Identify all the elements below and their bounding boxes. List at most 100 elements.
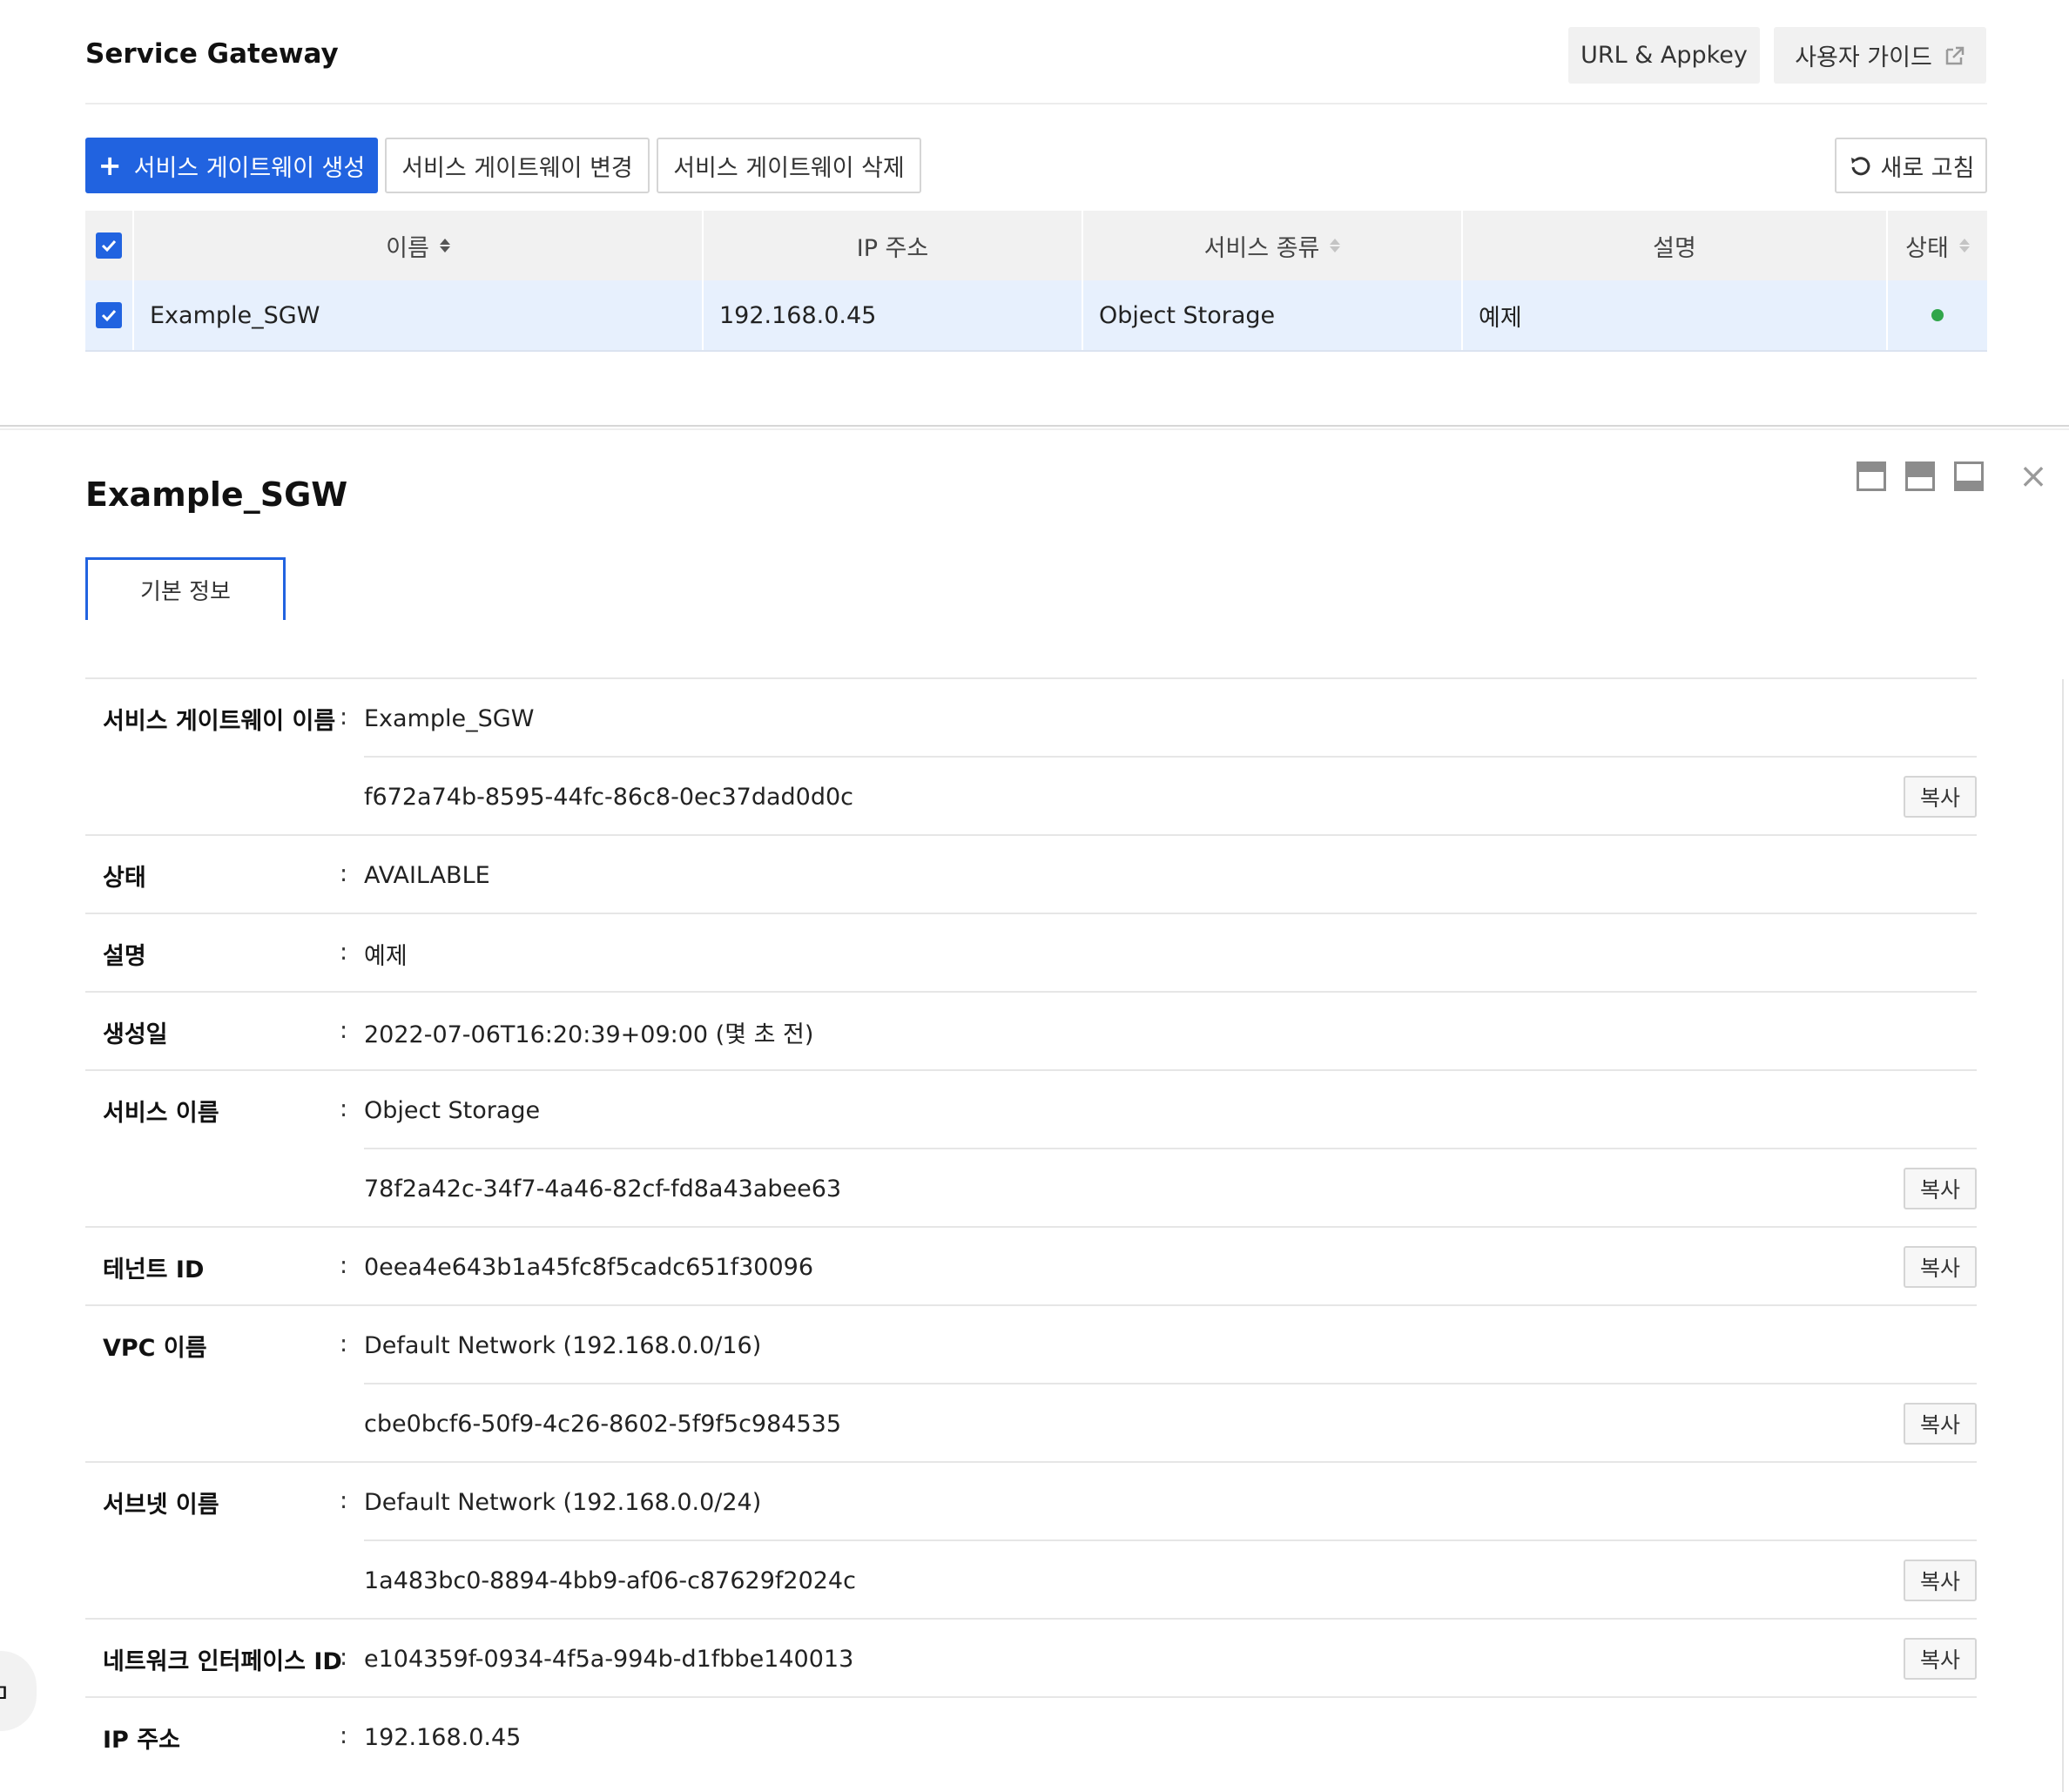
info-colon: : <box>340 1251 348 1279</box>
status-dot-icon <box>1931 309 1944 321</box>
info-label: 네트워크 인터페이스 ID <box>103 1647 342 1675</box>
layout-top-icon[interactable] <box>1857 461 1886 491</box>
column-header-label: 서비스 종류 <box>1203 234 1320 262</box>
info-value: e104359f-0934-4f5a-994b-d1fbbe140013 <box>364 1645 854 1673</box>
info-colon: : <box>340 1486 348 1514</box>
refresh-button[interactable]: 새로 고침 <box>1835 138 1987 193</box>
user-guide-button[interactable]: 사용자 가이드 <box>1774 27 1986 84</box>
info-value: 예제 <box>364 942 408 970</box>
info-row-service-id: 78f2a42c-34f7-4a46-82cf-fd8a43abee63 복사 <box>85 1149 1977 1228</box>
panel-layout-controls <box>1857 461 1984 491</box>
info-colon: : <box>340 1721 348 1749</box>
info-row-ip-address: IP 주소 : 192.168.0.45 <box>85 1698 1977 1776</box>
row-description: 예제 <box>1463 280 1888 350</box>
info-row-vpc-id: cbe0bcf6-50f9-4c26-8602-5f9f5c984535 복사 <box>85 1384 1977 1463</box>
row-service: Object Storage <box>1083 280 1463 350</box>
panel-resize-divider[interactable] <box>0 425 2069 430</box>
layout-bottom-icon[interactable] <box>1954 461 1984 491</box>
row-checkbox[interactable] <box>96 302 122 328</box>
info-label: VPC 이름 <box>103 1334 207 1362</box>
toolbar: + 서비스 게이트웨이 생성 서비스 게이트웨이 변경 서비스 게이트웨이 삭제… <box>85 138 1987 193</box>
info-colon: : <box>340 703 348 731</box>
sort-icon <box>1330 239 1341 253</box>
column-header-status[interactable]: 상태 <box>1888 211 1987 280</box>
delete-gateway-button[interactable]: 서비스 게이트웨이 삭제 <box>657 138 921 193</box>
edit-gateway-button[interactable]: 서비스 게이트웨이 변경 <box>385 138 650 193</box>
info-colon: : <box>340 1095 348 1122</box>
sort-icon <box>439 239 450 253</box>
column-header-name[interactable]: 이름 <box>134 211 704 280</box>
column-header-label: 상태 <box>1905 234 1949 262</box>
info-label: 상태 <box>103 864 146 892</box>
copy-button[interactable]: 복사 <box>1904 1638 1977 1680</box>
info-row-gateway-id: f672a74b-8595-44fc-86c8-0ec37dad0d0c 복사 <box>85 758 1977 836</box>
info-label: 테넌트 ID <box>103 1256 205 1283</box>
row-status <box>1888 280 1987 350</box>
info-colon: : <box>340 859 348 887</box>
info-value: cbe0bcf6-50f9-4c26-8602-5f9f5c984535 <box>364 1410 842 1438</box>
url-appkey-button[interactable]: URL & Appkey <box>1568 27 1760 84</box>
info-value: f672a74b-8595-44fc-86c8-0ec37dad0d0c <box>364 783 854 811</box>
copy-button[interactable]: 복사 <box>1904 1246 1977 1288</box>
info-row-created: 생성일 : 2022-07-06T16:20:39+09:00 (몇 초 전) <box>85 993 1977 1071</box>
basic-info-list: 서비스 게이트웨이 이름 : Example_SGW f672a74b-8595… <box>85 677 1977 1776</box>
info-colon: : <box>340 1330 348 1357</box>
info-row-status: 상태 : AVAILABLE <box>85 836 1977 914</box>
tab-basic-info[interactable]: 기본 정보 <box>85 557 286 620</box>
copy-button[interactable]: 복사 <box>1904 1403 1977 1445</box>
checkbox-checked-icon <box>101 309 117 322</box>
column-header-description: 설명 <box>1463 211 1888 280</box>
copy-button[interactable]: 복사 <box>1904 776 1977 818</box>
column-header-label: 이름 <box>386 234 429 262</box>
gateway-table: 이름 IP 주소 서비스 종류 설명 상태 Example_SGW 192.16… <box>85 211 1987 352</box>
info-label: 생성일 <box>103 1021 168 1048</box>
info-colon: : <box>340 938 348 966</box>
info-value: 1a483bc0-8894-4bb9-af06-c87629f2024c <box>364 1566 856 1594</box>
info-row-gateway-name: 서비스 게이트웨이 이름 : Example_SGW <box>85 679 1977 758</box>
select-all-cell <box>85 211 134 280</box>
info-row-subnet-name: 서브넷 이름 : Default Network (192.168.0.0/24… <box>85 1463 1977 1541</box>
info-value: Default Network (192.168.0.0/16) <box>364 1331 762 1359</box>
info-value: 2022-07-06T16:20:39+09:00 (몇 초 전) <box>364 1021 814 1048</box>
info-row-tenant-id: 테넌트 ID : 0eea4e643b1a45fc8f5cadc651f3009… <box>85 1228 1977 1306</box>
info-label: 설명 <box>103 942 146 970</box>
table-header: 이름 IP 주소 서비스 종류 설명 상태 <box>85 211 1987 280</box>
row-ip: 192.168.0.45 <box>704 280 1083 350</box>
info-colon: : <box>340 1016 348 1044</box>
info-label: 서비스 게이트웨이 이름 <box>103 707 336 735</box>
table-row[interactable]: Example_SGW 192.168.0.45 Object Storage … <box>85 280 1987 352</box>
info-colon: : <box>340 1643 348 1671</box>
refresh-icon <box>1850 157 1870 176</box>
info-row-description: 설명 : 예제 <box>85 914 1977 993</box>
info-row-vpc-name: VPC 이름 : Default Network (192.168.0.0/16… <box>85 1306 1977 1384</box>
external-link-icon <box>1945 46 1965 64</box>
info-row-service-name: 서비스 이름 : Object Storage <box>85 1071 1977 1149</box>
scrollbar-track[interactable] <box>2062 679 2064 1792</box>
page-title: Service Gateway <box>85 38 339 70</box>
column-header-label: 설명 <box>1653 234 1696 262</box>
column-header-service[interactable]: 서비스 종류 <box>1083 211 1463 280</box>
plus-icon: + <box>98 149 122 182</box>
floating-side-button[interactable]: ㅁ <box>0 1651 37 1731</box>
info-value: 0eea4e643b1a45fc8f5cadc651f30096 <box>364 1253 814 1281</box>
column-header-label: IP 주소 <box>856 234 929 262</box>
info-value: 192.168.0.45 <box>364 1723 522 1751</box>
copy-button[interactable]: 복사 <box>1904 1168 1977 1209</box>
row-select-cell <box>85 280 134 350</box>
info-value: Example_SGW <box>364 704 535 732</box>
page-header: Service Gateway URL & Appkey 사용자 가이드 <box>85 0 1987 104</box>
refresh-label: 새로 고침 <box>1880 154 1975 182</box>
info-value: 78f2a42c-34f7-4a46-82cf-fd8a43abee63 <box>364 1175 842 1203</box>
layout-half-icon[interactable] <box>1905 461 1935 491</box>
copy-button[interactable]: 복사 <box>1904 1560 1977 1601</box>
checkbox-checked-icon <box>101 239 117 253</box>
create-gateway-label: 서비스 게이트웨이 생성 <box>133 154 366 182</box>
select-all-checkbox[interactable] <box>96 232 122 259</box>
floating-button-glyph: ㅁ <box>0 1672 10 1710</box>
create-gateway-button[interactable]: + 서비스 게이트웨이 생성 <box>85 138 378 193</box>
info-label: 서비스 이름 <box>103 1099 219 1127</box>
detail-title: Example_SGW <box>85 475 348 514</box>
close-icon[interactable]: × <box>2018 459 2048 494</box>
info-label: 서브넷 이름 <box>103 1491 219 1519</box>
info-value: AVAILABLE <box>364 861 490 889</box>
